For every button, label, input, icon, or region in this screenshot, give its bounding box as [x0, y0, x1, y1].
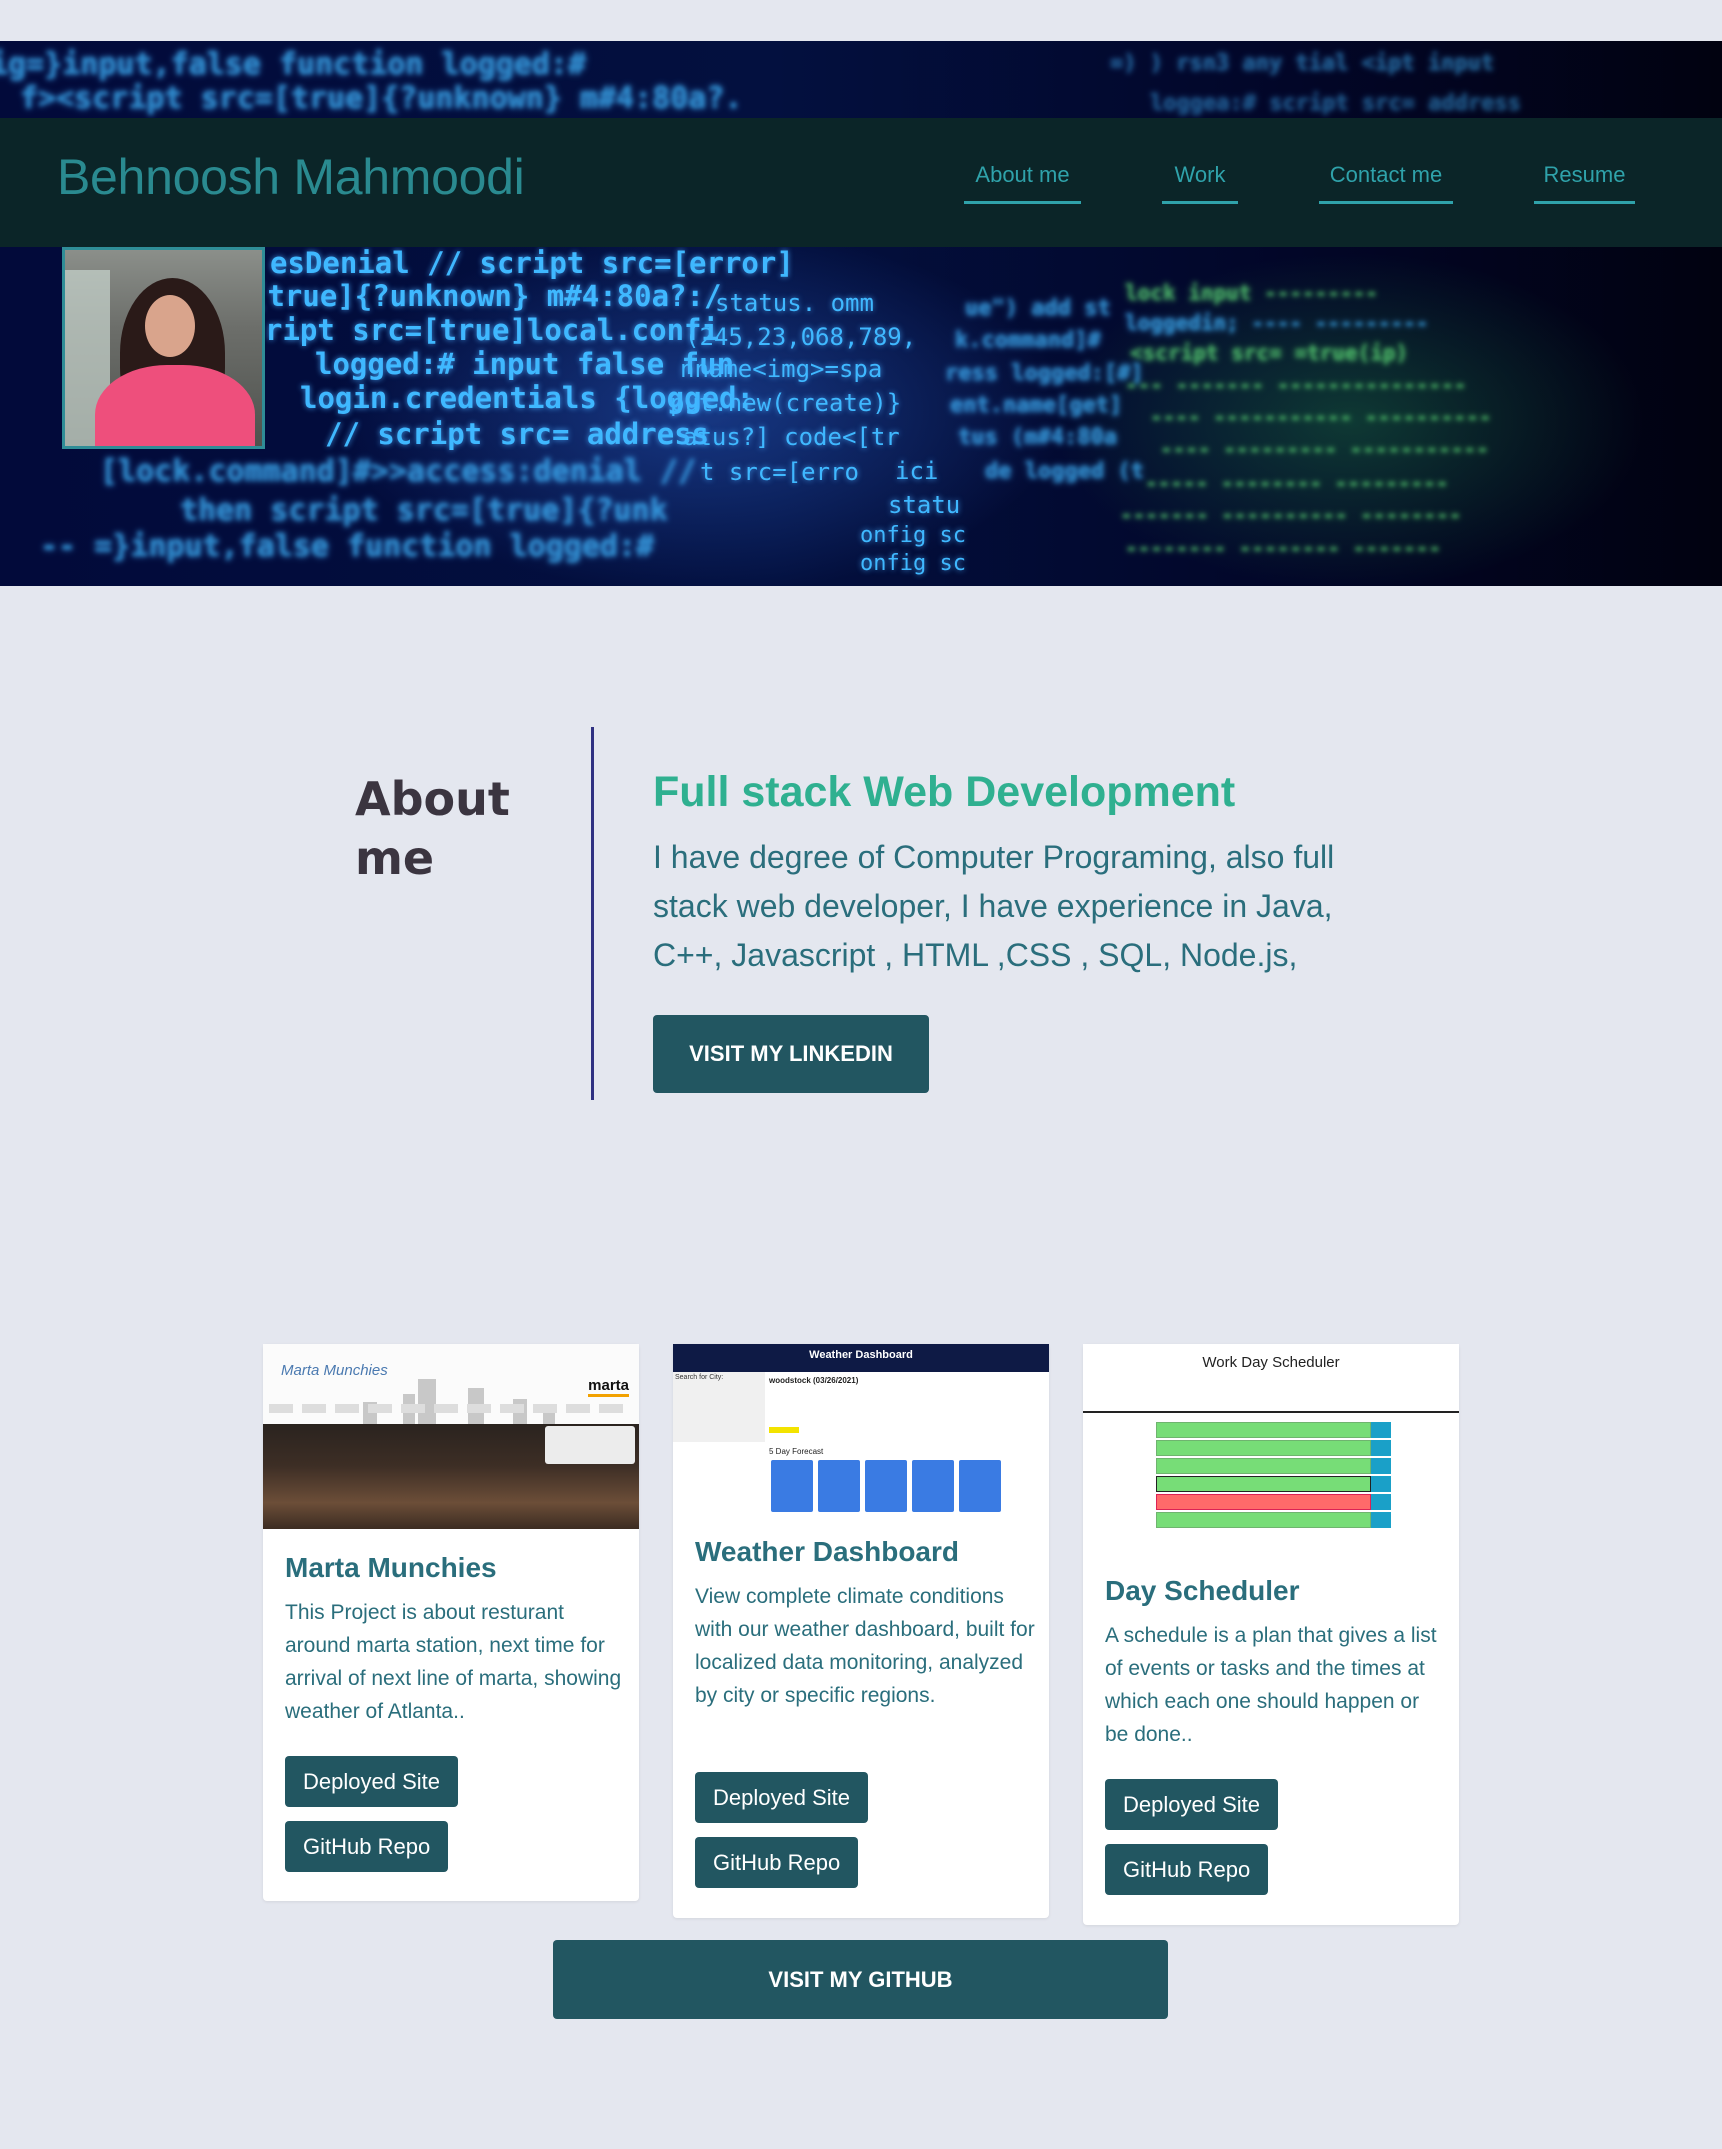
github-repo-button[interactable]: GitHub Repo: [1105, 1844, 1269, 1895]
project-thumbnail: Weather Dashboard Search for City: woods…: [673, 1344, 1049, 1514]
about-divider: [591, 727, 594, 1100]
marta-logo: marta: [588, 1377, 629, 1397]
project-description: This Project is about resturant around m…: [285, 1601, 622, 1723]
nav-contact-me[interactable]: Contact me: [1319, 160, 1453, 204]
nav-about-me[interactable]: About me: [964, 160, 1081, 204]
deployed-site-button[interactable]: Deployed Site: [285, 1756, 458, 1807]
project-description: A schedule is a plan that gives a list o…: [1105, 1624, 1437, 1746]
project-card-marta-munchies: Marta Munchies marta Marta Munchies This…: [263, 1344, 639, 1901]
about-title: About me: [355, 772, 510, 885]
brand-name[interactable]: Behnoosh Mahmoodi: [57, 148, 525, 206]
project-card-day-scheduler: Work Day Scheduler Day Scheduler A sched…: [1083, 1344, 1459, 1925]
profile-photo: [62, 247, 265, 449]
nav-resume[interactable]: Resume: [1534, 160, 1635, 204]
project-title: Marta Munchies: [285, 1552, 497, 1583]
deployed-site-button[interactable]: Deployed Site: [1105, 1779, 1278, 1830]
navbar: Behnoosh Mahmoodi About me Work Contact …: [0, 118, 1722, 247]
project-thumbnail: Marta Munchies marta: [263, 1344, 639, 1529]
deployed-site-button[interactable]: Deployed Site: [695, 1772, 868, 1823]
about-heading: Full stack Web Development: [653, 768, 1236, 816]
about-text: I have degree of Computer Programing, al…: [653, 839, 1335, 973]
project-card-weather-dashboard: Weather Dashboard Search for City: woods…: [673, 1344, 1049, 1918]
project-title: Weather Dashboard: [695, 1536, 959, 1567]
nav-work[interactable]: Work: [1162, 160, 1238, 204]
visit-linkedin-button[interactable]: VISIT MY LINKEDIN: [653, 1015, 929, 1093]
visit-github-button[interactable]: VISIT MY GITHUB: [553, 1940, 1168, 2019]
project-title: Day Scheduler: [1105, 1575, 1300, 1606]
github-repo-button[interactable]: GitHub Repo: [285, 1821, 449, 1872]
github-repo-button[interactable]: GitHub Repo: [695, 1837, 859, 1888]
project-description: View complete climate conditions with ou…: [695, 1585, 1035, 1707]
thumb-brand: Marta Munchies: [281, 1362, 388, 1379]
project-thumbnail: Work Day Scheduler: [1083, 1344, 1459, 1544]
